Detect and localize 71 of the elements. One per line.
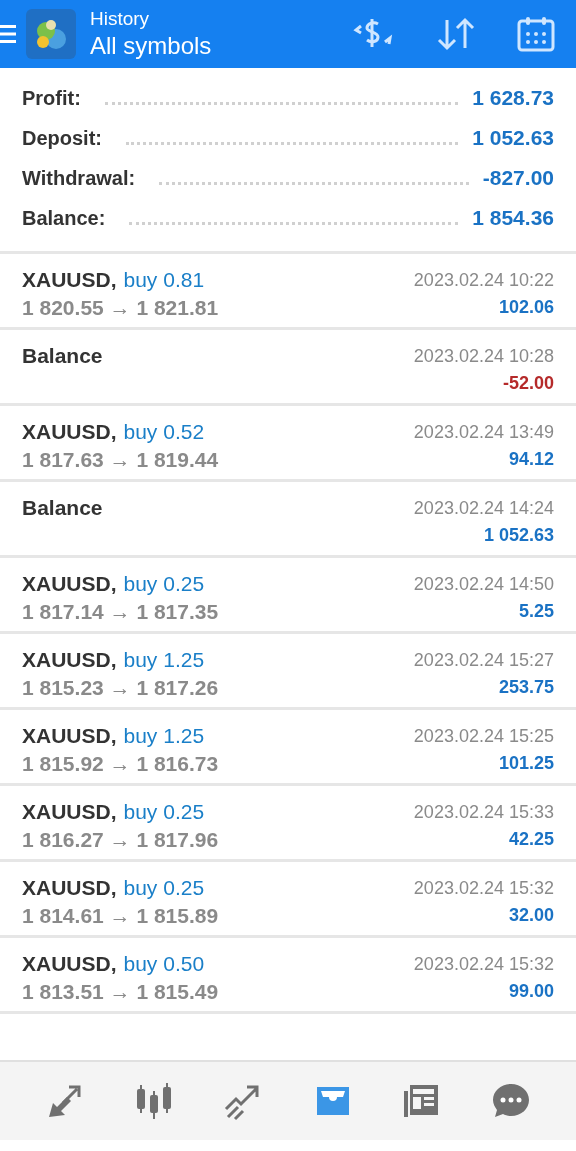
- deal-row[interactable]: XAUUSD, buy 0.52 1 817.63 → 1 819.44 2023.02.24 13:49 94.12: [0, 406, 576, 482]
- deal-symbol: XAUUSD,: [22, 951, 117, 977]
- deal-symbol: XAUUSD,: [22, 647, 117, 673]
- summary-value: 1 854.36: [472, 206, 554, 230]
- deal-symbol: XAUUSD,: [22, 267, 117, 293]
- deal-symbol: Balance: [22, 495, 103, 521]
- deal-volume: buy 1.25: [123, 723, 205, 749]
- app-logo-icon: [26, 9, 76, 59]
- summary-label: Profit:: [22, 87, 81, 110]
- deal-profit: 253.75: [498, 676, 554, 699]
- summary-label: Deposit:: [22, 127, 102, 150]
- deal-profit: 42.25: [508, 828, 554, 851]
- deal-symbol: XAUUSD,: [22, 571, 117, 597]
- deal-time: 2023.02.24 15:27: [413, 649, 554, 672]
- deal-row[interactable]: XAUUSD, buy 0.25 1 817.14 → 1 817.35 2023.02.24 14:50 5.25: [0, 558, 576, 634]
- deal-time: 2023.02.24 15:32: [413, 953, 554, 976]
- candlestick-icon[interactable]: [134, 1081, 174, 1121]
- summary-value: 1 628.73: [472, 86, 554, 110]
- deal-row[interactable]: XAUUSD, buy 0.50 1 813.51 → 1 815.49 2023.02.24 15:32 99.00: [0, 938, 576, 1014]
- deal-profit: 1 052.63: [483, 524, 554, 547]
- deal-time: 2023.02.24 13:49: [413, 421, 554, 444]
- deal-volume: buy 0.25: [123, 875, 205, 901]
- summary-value: -827.00: [482, 166, 554, 190]
- screen-subtitle: History: [90, 7, 151, 31]
- deal-time: 2023.02.24 10:22: [413, 269, 554, 292]
- deal-profit: 5.25: [518, 600, 554, 623]
- deal-symbol: XAUUSD,: [22, 875, 117, 901]
- deal-row[interactable]: XAUUSD, buy 0.25 1 816.27 → 1 817.96 2023.02.24 15:33 42.25: [0, 786, 576, 862]
- deal-profit: 99.00: [508, 980, 554, 1003]
- deal-profit: 94.12: [508, 448, 554, 471]
- deal-profit: 101.25: [498, 752, 554, 775]
- deal-prices: 1 815.23 → 1 817.26: [22, 675, 219, 701]
- deal-row[interactable]: XAUUSD, buy 1.25 1 815.23 → 1 817.26 2023.02.24 15:27 253.75: [0, 634, 576, 710]
- deal-volume: buy 0.25: [123, 571, 205, 597]
- deal-prices: 1 814.61 → 1 815.89: [22, 903, 219, 929]
- deal-prices: 1 820.55 → 1 821.81: [22, 295, 219, 321]
- deal-time: 2023.02.24 10:28: [413, 345, 554, 368]
- deal-volume: buy 0.25: [123, 799, 205, 825]
- deal-volume: buy 0.52: [123, 419, 205, 445]
- deal-row[interactable]: Balance 2023.02.24 10:28 -52.00: [0, 330, 576, 406]
- deal-symbol: Balance: [22, 343, 103, 369]
- deal-time: 2023.02.24 14:24: [413, 497, 554, 520]
- deal-time: 2023.02.24 15:32: [413, 877, 554, 900]
- deal-prices: 1 815.92 → 1 816.73: [22, 751, 219, 777]
- sort-icon[interactable]: [436, 16, 476, 52]
- deal-prices: 1 817.14 → 1 817.35: [22, 599, 219, 625]
- deal-time: 2023.02.24 15:25: [413, 725, 554, 748]
- deal-time: 2023.02.24 14:50: [413, 573, 554, 596]
- calendar-icon[interactable]: [516, 15, 556, 53]
- deal-row[interactable]: XAUUSD, buy 1.25 1 815.92 → 1 816.73 2023.02.24 15:25 101.25: [0, 710, 576, 786]
- deal-symbol: XAUUSD,: [22, 799, 117, 825]
- deal-time: 2023.02.24 15:33: [413, 801, 554, 824]
- deal-symbol: XAUUSD,: [22, 419, 117, 445]
- deal-volume: buy 1.25: [123, 647, 205, 673]
- deal-volume: buy 0.50: [123, 951, 205, 977]
- deal-prices: 1 816.27 → 1 817.96: [22, 827, 219, 853]
- deal-prices: 1 817.63 → 1 819.44: [22, 447, 219, 473]
- deal-row[interactable]: XAUUSD, buy 0.81 1 820.55 → 1 821.81 2023.02.24 10:22 102.06: [0, 254, 576, 330]
- deal-volume: buy 0.81: [123, 267, 205, 293]
- menu-icon[interactable]: [0, 22, 16, 46]
- deal-prices: 1 813.51 → 1 815.49: [22, 979, 219, 1005]
- deal-symbol: XAUUSD,: [22, 723, 117, 749]
- deal-row[interactable]: Balance 2023.02.24 14:24 1 052.63: [0, 482, 576, 558]
- summary-label: Balance:: [22, 207, 106, 230]
- deal-profit: 102.06: [498, 296, 554, 319]
- screen-title: All symbols: [90, 31, 212, 61]
- deal-profit: -52.00: [502, 372, 554, 395]
- deal-row[interactable]: XAUUSD, buy 0.25 1 814.61 → 1 815.89 2023.02.24 15:32 32.00: [0, 862, 576, 938]
- summary-label: Withdrawal:: [22, 167, 136, 190]
- summary-value: 1 052.63: [472, 126, 554, 150]
- deal-profit: 32.00: [508, 904, 554, 927]
